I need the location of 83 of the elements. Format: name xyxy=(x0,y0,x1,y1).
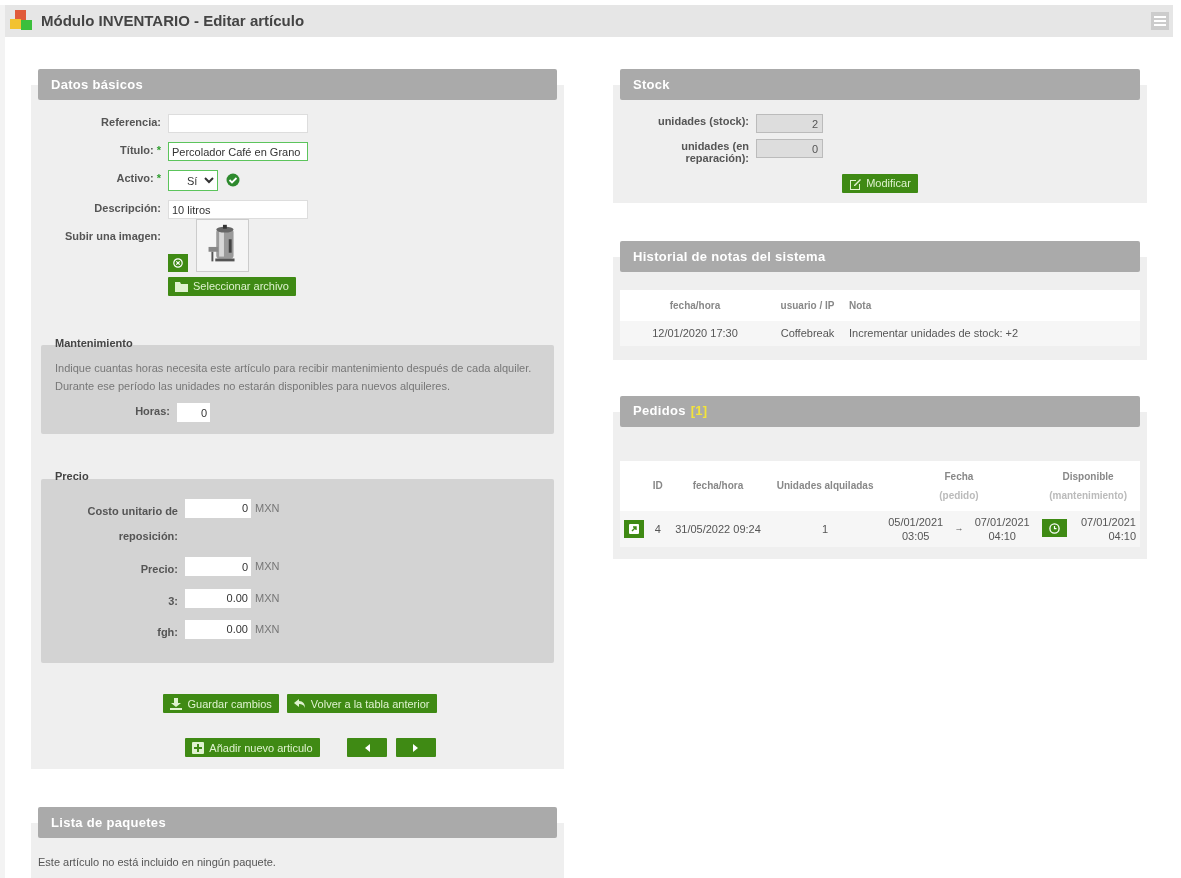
table-cell: Coffebreak xyxy=(770,321,845,346)
previous-button[interactable] xyxy=(346,738,387,758)
download-icon xyxy=(170,697,183,710)
reply-icon xyxy=(293,697,306,710)
column-header: Unidades alquiladas xyxy=(775,479,875,494)
table-cell-text: 04:10 xyxy=(1107,529,1136,544)
table-cell: 31/05/2022 09:24 xyxy=(667,510,769,548)
section-legend: Precio xyxy=(41,468,554,485)
column-header: Fecha xyxy=(943,469,975,484)
panel-title: Pedidos xyxy=(633,402,686,421)
page-title: Módulo INVENTARIO - Editar artículo xyxy=(41,12,305,30)
plus-icon xyxy=(192,741,205,754)
table-cell-text: 04:10 xyxy=(987,529,1017,544)
field-label: Subir una imagen: xyxy=(65,230,161,242)
currency-label: MXN xyxy=(255,590,280,606)
input-field[interactable]: 0 xyxy=(185,498,251,518)
panel-title: Lista de paquetes xyxy=(51,814,166,832)
column-header: fecha/hora xyxy=(620,290,770,322)
input-field[interactable]: 0 xyxy=(185,557,251,577)
field-label: 3: xyxy=(168,594,178,607)
info-text: Este artículo no está incluido en ningún paquete. xyxy=(37,855,277,871)
caret-right-icon xyxy=(412,743,419,752)
column-header: Disponible xyxy=(1061,469,1115,484)
table-cell-text: 07/01/2021 xyxy=(1079,514,1136,529)
input-field[interactable] xyxy=(168,114,308,133)
input-field[interactable]: 10 litros xyxy=(168,200,308,219)
table-cell: 1 xyxy=(768,510,882,548)
column-header: fecha/hora xyxy=(691,479,745,494)
schedule-button[interactable] xyxy=(1041,519,1067,538)
panel-title: Stock xyxy=(633,75,670,94)
field-label: unidades (en reparación): xyxy=(681,140,749,165)
back-button[interactable]: Volver a la tabla anterior xyxy=(286,694,437,714)
input-field: 2 xyxy=(756,114,823,133)
input-field[interactable]: 0.00 xyxy=(185,588,251,608)
input-field: 0 xyxy=(756,139,823,158)
edit-icon xyxy=(849,177,862,190)
order-count: [1] xyxy=(690,402,708,421)
remove-image-button[interactable] xyxy=(168,254,188,272)
field-label: fgh: xyxy=(157,625,178,638)
field-label: Horas: xyxy=(135,405,170,418)
open-order-button[interactable] xyxy=(624,519,644,538)
field-label: unidades (stock): xyxy=(657,115,749,127)
field-label: Descripción: xyxy=(94,202,161,214)
currency-label: MXN xyxy=(255,559,280,575)
table-cell-text: 05/01/2021 xyxy=(887,514,945,529)
help-text: Indique cuantas horas necesita este artículo para recibir mantenimiento después de cada alquiler. Durante ese período las unidades no estarán disponibles para nuevos alquileres. xyxy=(55,361,533,395)
select-field[interactable]: Sí xyxy=(168,170,218,191)
column-subheader: (mantenimiento) xyxy=(1048,488,1128,503)
field-label: Referencia: xyxy=(101,116,161,128)
field-label: Activo: xyxy=(116,172,154,184)
folder-icon xyxy=(175,281,188,292)
add-button[interactable]: Añadir nuevo articulo xyxy=(185,738,320,758)
currency-label: MXN xyxy=(255,621,280,637)
select-file-button[interactable]: Seleccionar archivo xyxy=(168,277,296,296)
input-field[interactable]: 0 xyxy=(177,403,210,423)
external-link-icon xyxy=(629,523,639,534)
required-mark: * xyxy=(156,172,161,184)
currency-label: MXN xyxy=(255,500,280,516)
field-label: Precio: xyxy=(140,563,178,576)
modify-button[interactable]: Modificar xyxy=(842,174,918,194)
next-button[interactable] xyxy=(395,738,436,758)
cubes-icon xyxy=(9,9,35,33)
required-mark: * xyxy=(156,144,161,156)
field-label: Título: xyxy=(120,144,154,156)
panel-title: Datos básicos xyxy=(51,75,144,94)
close-circle-icon xyxy=(173,258,183,268)
input-field[interactable]: 0.00 xyxy=(185,619,251,639)
column-header: Nota xyxy=(845,290,1140,322)
panel-title: Historial de notas del sistema xyxy=(633,247,826,266)
table-cell-text: 03:05 xyxy=(900,529,931,544)
table-cell: Incrementar unidades de stock: +2 xyxy=(845,321,1140,346)
table-cell-text: 07/01/2021 xyxy=(973,514,1031,529)
table-cell: 12/01/2020 17:30 xyxy=(620,321,770,346)
table-cell: 4 xyxy=(648,510,668,548)
save-button[interactable]: Guardar cambios xyxy=(163,694,279,714)
caret-left-icon xyxy=(363,743,370,752)
section-legend: Mantenimiento xyxy=(41,334,554,351)
clock-icon xyxy=(1048,523,1060,534)
column-subheader: (pedido) xyxy=(938,488,980,503)
field-label: Costo unitario de reposición: xyxy=(87,504,178,543)
column-header: usuario / IP xyxy=(770,290,845,322)
input-field[interactable]: Percolador Café en Grano xyxy=(168,142,308,161)
column-header: ID xyxy=(652,479,664,494)
